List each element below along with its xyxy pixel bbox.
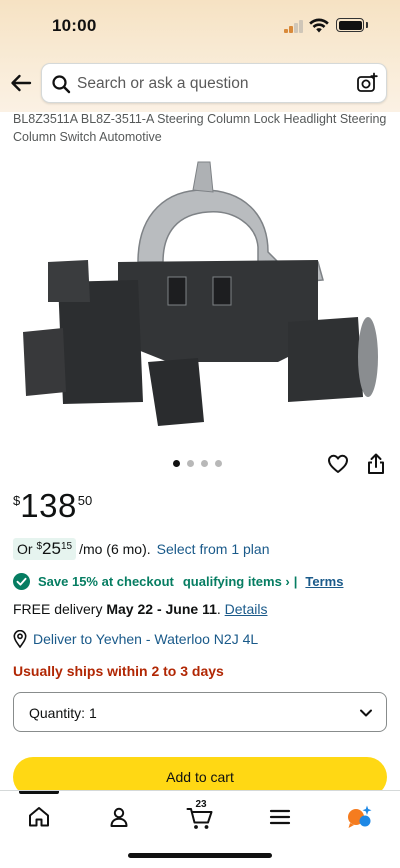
promo-separator: |	[293, 574, 298, 589]
share-icon[interactable]	[366, 453, 386, 475]
carousel-dot[interactable]	[187, 460, 194, 467]
location-text[interactable]: Deliver to Yevhen - Waterloo N2J 4L	[33, 631, 258, 647]
cart-count-badge: 23	[195, 799, 207, 810]
nav-cart[interactable]: 23	[186, 799, 214, 831]
top-header: 10:00 Search or ask a question	[0, 0, 400, 112]
product-image[interactable]	[18, 152, 388, 444]
rufus-icon	[348, 805, 372, 828]
check-circle-icon	[13, 573, 30, 590]
battery-icon	[336, 18, 364, 32]
status-bar: 10:00	[0, 0, 400, 54]
qualifying-items-link[interactable]: qualifying items ›	[183, 574, 290, 589]
price-fraction: 50	[77, 493, 93, 508]
camera-icon[interactable]	[356, 72, 378, 94]
installment-fraction: 15	[60, 541, 73, 552]
nav-menu[interactable]	[266, 803, 294, 831]
product-title[interactable]: BL8Z3511A BL8Z-3511-A Steering Column Lo…	[13, 110, 393, 146]
heart-icon[interactable]	[327, 453, 349, 475]
quantity-text: Quantity: 1	[29, 705, 97, 721]
nav-home[interactable]	[25, 803, 53, 831]
carousel-dot[interactable]	[215, 460, 222, 467]
battery-tip	[366, 22, 368, 28]
cellular-signal-icon	[284, 20, 304, 33]
menu-icon	[269, 809, 291, 825]
image-carousel-dots[interactable]	[173, 460, 222, 467]
add-to-cart-label: Add to cart	[166, 769, 234, 785]
delivery-period: .	[216, 601, 225, 617]
quantity-selector[interactable]: Quantity: 1	[13, 692, 387, 732]
select-plan-link[interactable]: Select from 1 plan	[157, 541, 270, 557]
back-arrow-icon	[11, 74, 32, 92]
carousel-dot[interactable]	[201, 460, 208, 467]
active-tab-indicator	[19, 791, 59, 794]
shipping-availability: Usually ships within 2 to 3 days	[13, 663, 224, 679]
search-icon	[52, 75, 71, 94]
nav-account[interactable]	[105, 803, 133, 831]
installment-whole: 25	[42, 539, 61, 558]
installment-offer: Or $ 25 15 /mo (6 mo). Select from 1 pla…	[13, 537, 269, 561]
chevron-down-icon	[360, 709, 372, 717]
delivery-prefix: FREE delivery	[13, 601, 107, 617]
home-icon	[29, 807, 49, 827]
nav-rufus[interactable]	[345, 803, 373, 831]
promo-row: Save 15% at checkout qualifying items › …	[13, 573, 343, 590]
terms-link[interactable]: Terms	[305, 574, 343, 589]
quantity-value: 1	[89, 705, 97, 721]
carousel-dot[interactable]	[173, 460, 180, 467]
price-whole: 138	[20, 487, 77, 524]
installment-prefix: Or	[17, 541, 37, 557]
search-bar[interactable]: Search or ask a question	[41, 63, 387, 103]
home-indicator[interactable]	[128, 853, 272, 858]
price-currency: $	[13, 493, 21, 508]
back-button[interactable]	[8, 70, 34, 96]
delivery-info: FREE delivery May 22 - June 11. Details	[13, 601, 267, 617]
quantity-label: Quantity:	[29, 705, 86, 721]
product-price: $ 138 50	[13, 488, 92, 524]
deliver-to-location[interactable]: Deliver to Yevhen - Waterloo N2J 4L	[13, 630, 258, 648]
installment-price-badge: Or $ 25 15	[13, 538, 77, 560]
account-icon	[110, 807, 128, 827]
delivery-dates: May 22 - June 11	[106, 601, 217, 617]
location-pin-icon	[13, 630, 27, 648]
installment-term: /mo (6 mo).	[79, 541, 151, 557]
status-time: 10:00	[52, 16, 97, 35]
delivery-details-link[interactable]: Details	[225, 601, 268, 617]
wifi-icon	[309, 18, 329, 33]
search-input[interactable]: Search or ask a question	[77, 75, 248, 93]
save-percent-text: Save 15% at checkout	[38, 574, 174, 589]
